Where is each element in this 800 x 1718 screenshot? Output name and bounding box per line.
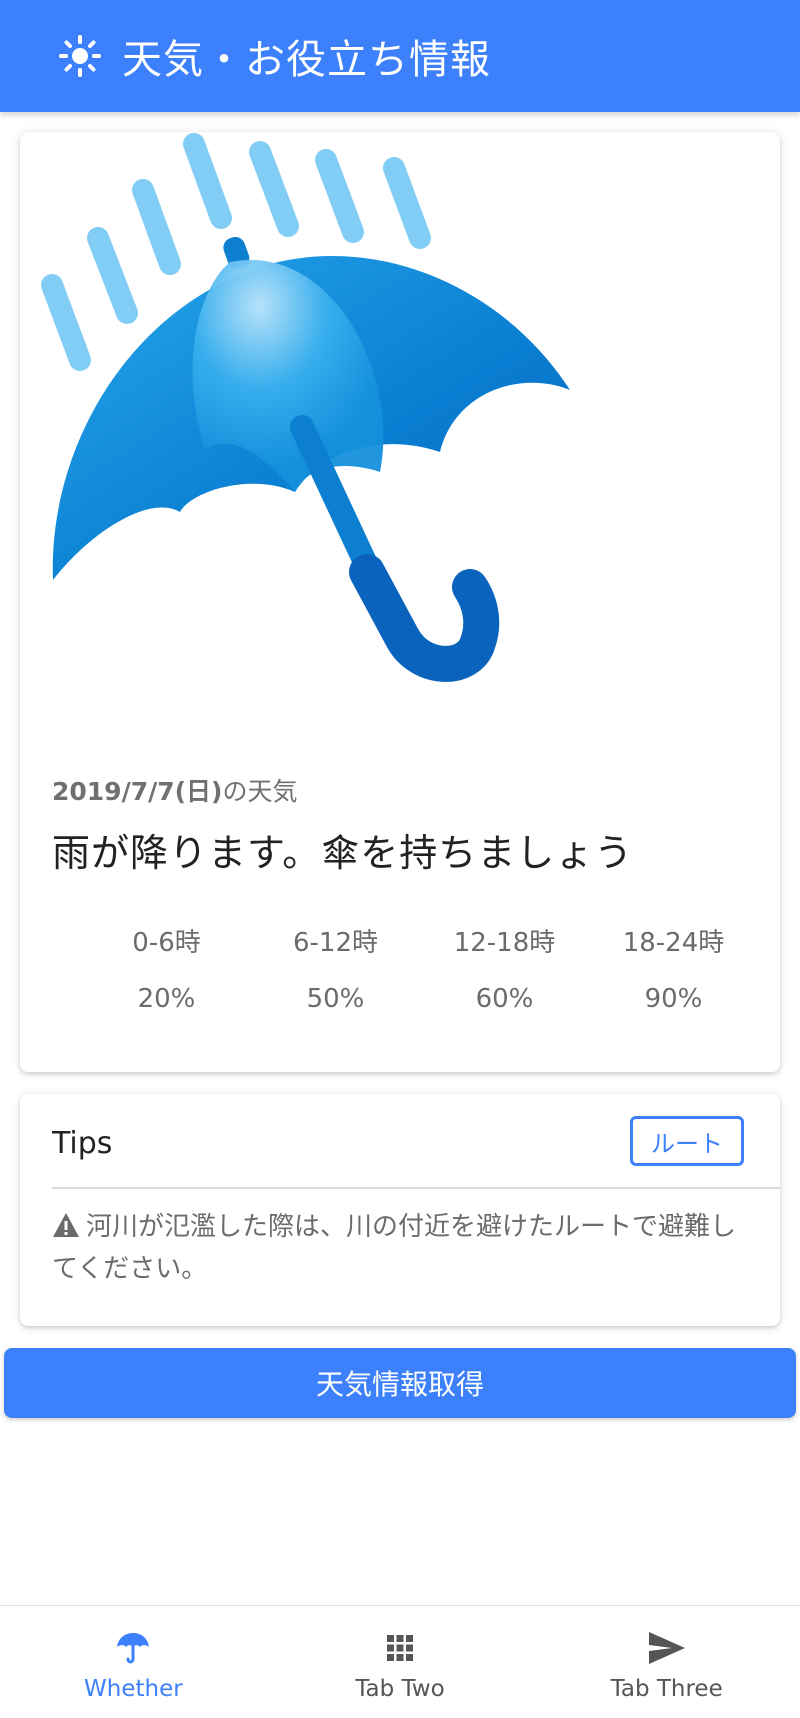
slot-18-24: 18-24時 90%: [589, 922, 758, 1014]
send-icon: [647, 1628, 687, 1668]
weather-card: 2019/7/7(日)の天気 雨が降ります。傘を持ちましょう 0-6時 20% …: [20, 132, 780, 1072]
umbrella-rain-icon: [30, 132, 650, 752]
tips-message: 河川が氾濫した際は、川の付近を避けたルートで避難してください。: [52, 1212, 737, 1284]
umbrella-icon: [113, 1628, 153, 1668]
tips-card: Tips ルート 河川が氾濫した際は、川の付近を避けたルートで避難してください。: [20, 1094, 780, 1326]
warning-icon: [52, 1209, 80, 1237]
app-root: 天気・お役立ち情報 2019/7/7(日)の天気 雨が降ります。傘を持ちましょう…: [0, 0, 800, 1718]
tab-label: Tab Two: [355, 1676, 445, 1702]
slot-time: 0-6時: [132, 928, 201, 958]
date-value: 2019/7/7(日): [52, 777, 223, 806]
slot-percent: 20%: [137, 984, 196, 1014]
bottom-tab-bar: Whether Tab Two Tab Three: [0, 1605, 800, 1718]
forecast-date: 2019/7/7(日)の天気: [52, 772, 298, 808]
page-title: 天気・お役立ち情報: [122, 37, 491, 83]
tab-label: Whether: [84, 1676, 183, 1702]
grid-icon: [380, 1628, 420, 1668]
fetch-weather-button[interactable]: 天気情報取得: [4, 1348, 796, 1418]
app-header: 天気・お役立ち情報: [0, 0, 800, 112]
rain-probability-table: 0-6時 20% 6-12時 50% 12-18時 60% 18-24時 90%: [82, 922, 762, 1014]
tab-whether[interactable]: Whether: [0, 1606, 267, 1718]
tab-two[interactable]: Tab Two: [267, 1606, 534, 1718]
date-suffix: の天気: [222, 777, 298, 806]
tab-three[interactable]: Tab Three: [533, 1606, 800, 1718]
sun-icon: [58, 34, 102, 78]
slot-0-6: 0-6時 20%: [82, 922, 251, 1014]
tab-label: Tab Three: [610, 1676, 723, 1702]
route-button[interactable]: ルート: [630, 1116, 744, 1166]
slot-6-12: 6-12時 50%: [251, 922, 420, 1014]
tips-title: Tips: [52, 1126, 113, 1161]
slot-time: 18-24時: [622, 928, 725, 958]
weather-message: 雨が降ります。傘を持ちましょう: [52, 831, 634, 875]
slot-time: 12-18時: [453, 928, 556, 958]
tips-text: 河川が氾濫した際は、川の付近を避けたルートで避難してください。: [52, 1206, 752, 1290]
slot-percent: 60%: [475, 984, 534, 1014]
slot-12-18: 12-18時 60%: [420, 922, 589, 1014]
divider: [52, 1187, 780, 1189]
slot-percent: 90%: [644, 984, 703, 1014]
slot-percent: 50%: [306, 984, 365, 1014]
slot-time: 6-12時: [292, 928, 378, 958]
